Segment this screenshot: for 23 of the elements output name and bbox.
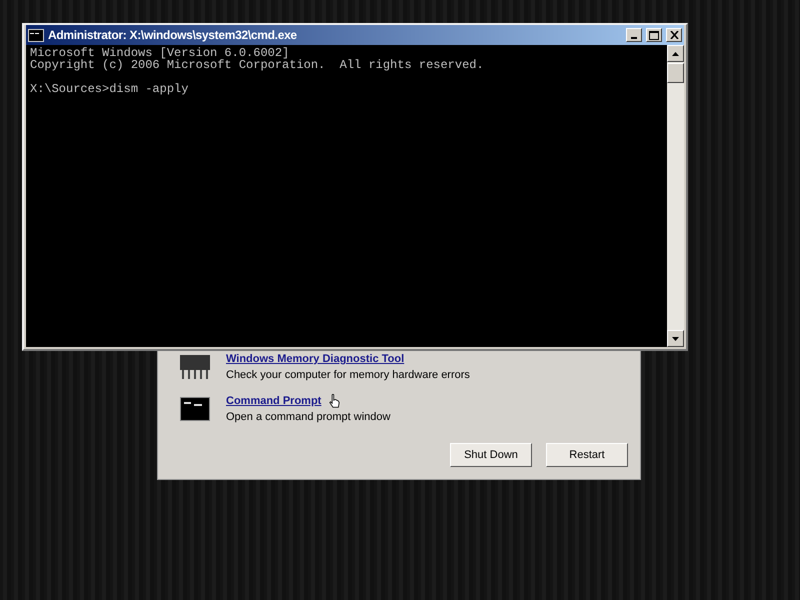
- minimize-button[interactable]: [626, 28, 642, 42]
- dialog-button[interactable]: Restart: [546, 443, 628, 467]
- console-icon: [28, 28, 44, 42]
- tool-link[interactable]: Command Prompt: [226, 395, 390, 407]
- console-icon: [180, 397, 210, 421]
- console-line: X:\Sources>dism -apply: [30, 83, 190, 95]
- close-button[interactable]: [666, 28, 682, 42]
- scroll-up-button[interactable]: [667, 45, 684, 62]
- hand-cursor-icon: [329, 394, 340, 408]
- window-title: Administrator: X:\windows\system32\cmd.exe: [48, 28, 298, 42]
- tool-link[interactable]: Windows Memory Diagnostic Tool: [226, 353, 470, 365]
- scrollbar[interactable]: [667, 45, 684, 347]
- console-line: Microsoft Windows [Version 6.0.6002]: [30, 47, 290, 59]
- console-line: Copyright (c) 2006 Microsoft Corporation. All rights reserved.: [30, 59, 485, 71]
- tool-description: Open a command prompt window: [226, 411, 390, 423]
- scroll-down-button[interactable]: [667, 330, 684, 347]
- tool-description: Check your computer for memory hardware errors: [226, 369, 470, 381]
- maximize-icon: [649, 30, 659, 40]
- scroll-thumb[interactable]: [667, 63, 684, 83]
- close-icon: [670, 31, 678, 39]
- dialog-button[interactable]: Shut Down: [450, 443, 532, 467]
- maximize-button[interactable]: [646, 28, 662, 42]
- memory-chip-icon: [180, 355, 210, 379]
